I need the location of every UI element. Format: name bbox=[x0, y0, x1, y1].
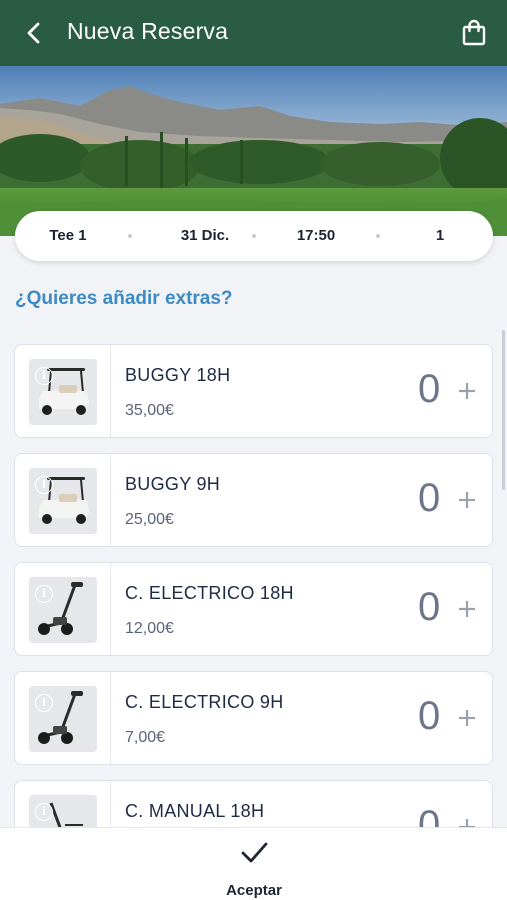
extras-list[interactable]: i BUGGY 18H 35,00€ 0 i BUGGY 9H 25,00€ 0… bbox=[14, 344, 494, 827]
increment-button[interactable] bbox=[455, 809, 479, 827]
extra-price: 7,00€ bbox=[125, 729, 166, 746]
shopping-bag-icon bbox=[462, 19, 486, 46]
tee-label: Tee 1 bbox=[49, 227, 87, 244]
extra-quantity: 0 bbox=[418, 476, 441, 520]
extra-quantity: 0 bbox=[418, 694, 441, 738]
increment-button[interactable] bbox=[455, 482, 479, 518]
players-label: 1 bbox=[435, 227, 445, 244]
extra-item-electric-trolley-9h[interactable]: i C. ELECTRICO 9H 7,00€ 0 bbox=[14, 671, 493, 765]
info-icon[interactable]: i bbox=[35, 803, 53, 821]
thumb-container: i bbox=[15, 345, 111, 437]
plus-icon bbox=[459, 492, 475, 508]
increment-button[interactable] bbox=[455, 591, 479, 627]
extra-item-buggy-9h[interactable]: i BUGGY 9H 25,00€ 0 bbox=[14, 453, 493, 547]
thumb-container: i bbox=[15, 781, 111, 827]
info-icon[interactable]: i bbox=[35, 694, 53, 712]
accept-label: Aceptar bbox=[226, 882, 282, 899]
scrollbar[interactable] bbox=[502, 330, 505, 490]
info-icon[interactable]: i bbox=[35, 367, 53, 385]
extra-price: 25,00€ bbox=[125, 511, 174, 528]
extra-name: C. MANUAL 18H bbox=[125, 801, 265, 821]
cart-button[interactable] bbox=[461, 19, 487, 47]
extra-item-electric-trolley-18h[interactable]: i C. ELECTRICO 18H 12,00€ 0 bbox=[14, 562, 493, 656]
separator-dot bbox=[128, 234, 132, 238]
separator-dot bbox=[252, 234, 256, 238]
plus-icon bbox=[459, 710, 475, 726]
info-icon[interactable]: i bbox=[35, 476, 53, 494]
extra-name: BUGGY 18H bbox=[125, 365, 231, 385]
increment-button[interactable] bbox=[455, 373, 479, 409]
increment-button[interactable] bbox=[455, 700, 479, 736]
date-label: 31 Dic. bbox=[180, 227, 230, 244]
thumb-container: i bbox=[15, 563, 111, 655]
extra-item-buggy-18h[interactable]: i BUGGY 18H 35,00€ 0 bbox=[14, 344, 493, 438]
extra-name: C. ELECTRICO 9H bbox=[125, 692, 284, 712]
plus-icon bbox=[459, 601, 475, 617]
app-header: Nueva Reserva bbox=[0, 0, 507, 66]
extra-quantity: 0 bbox=[418, 585, 441, 629]
plus-icon bbox=[459, 383, 475, 399]
booking-summary: Tee 1 31 Dic. 17:50 1 bbox=[15, 211, 493, 261]
page-title: Nueva Reserva bbox=[67, 18, 229, 44]
accept-button[interactable]: Aceptar bbox=[210, 838, 298, 899]
extra-price: 35,00€ bbox=[125, 402, 174, 419]
checkmark-icon bbox=[241, 842, 268, 863]
extras-heading: ¿Quieres añadir extras? bbox=[15, 288, 233, 309]
thumb-container: i bbox=[15, 454, 111, 546]
extra-name: BUGGY 9H bbox=[125, 474, 221, 494]
footer-bar: Aceptar bbox=[0, 827, 507, 900]
back-button[interactable] bbox=[22, 20, 46, 46]
info-icon[interactable]: i bbox=[35, 585, 53, 603]
separator-dot bbox=[376, 234, 380, 238]
chevron-left-icon bbox=[27, 22, 40, 44]
extra-price: 12,00€ bbox=[125, 620, 174, 637]
extra-item-manual-trolley-18h[interactable]: i C. MANUAL 18H 0 bbox=[14, 780, 493, 827]
plus-icon bbox=[459, 819, 475, 827]
extra-name: C. ELECTRICO 18H bbox=[125, 583, 294, 603]
extra-quantity: 0 bbox=[418, 367, 441, 411]
time-label: 17:50 bbox=[296, 227, 336, 244]
thumb-container: i bbox=[15, 672, 111, 764]
extra-quantity: 0 bbox=[418, 803, 441, 827]
